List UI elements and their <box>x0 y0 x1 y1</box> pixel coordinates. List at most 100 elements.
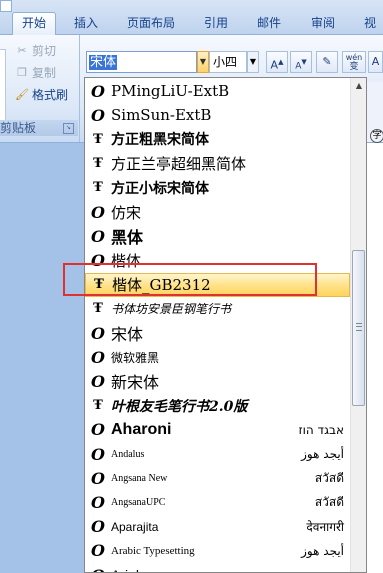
font-list-item[interactable]: O Aparajita देवनागरी <box>85 515 350 539</box>
opentype-icon: O <box>91 492 105 512</box>
font-list-item[interactable]: O SimSun-ExtB <box>85 103 350 127</box>
font-name-value: 宋体 <box>89 55 118 70</box>
eraser-icon: ✎ <box>322 55 332 68</box>
opentype-icon: O <box>91 347 105 367</box>
dropdown-scrollbar[interactable]: ▲ <box>350 78 366 572</box>
font-list-item[interactable]: O 新宋体 <box>85 369 350 393</box>
font-list-item-name: Andalus <box>111 448 145 460</box>
font-list-item-name: 楷体 <box>111 251 142 270</box>
font-list-item[interactable]: O PMingLiU-ExtB <box>85 79 350 103</box>
phonetic-guide-icon: wén <box>345 53 363 62</box>
tab-insert[interactable]: 插入 <box>66 13 106 34</box>
font-list-item[interactable]: O Angsana New สวัสดี <box>85 466 350 490</box>
font-name-combobox[interactable]: 宋体 <box>86 51 197 73</box>
font-name-dropdown-arrow[interactable]: ▼ <box>197 51 209 73</box>
opentype-icon: O <box>91 226 105 246</box>
font-list-item-name: 楷体_GB2312 <box>112 276 211 295</box>
font-list-item[interactable]: Ŧ 方正粗黑宋简体 <box>85 127 350 151</box>
copy-button[interactable]: ❐ 复制 <box>15 63 56 83</box>
truetype-icon: Ŧ <box>94 277 104 293</box>
dialog-launcher-icon[interactable]: ↘ <box>63 123 74 134</box>
font-list-item[interactable]: O AngsanaUPC สวัสดี <box>85 490 350 514</box>
tab-review[interactable]: 审阅 <box>302 13 344 34</box>
opentype-icon: O <box>91 202 105 222</box>
cut-button[interactable]: ✂ 剪切 <box>15 41 56 61</box>
document-page[interactable] <box>366 143 383 573</box>
paragraph-icon[interactable]: 字 <box>370 129 383 143</box>
tab-page-layout[interactable]: 页面布局 <box>118 13 184 34</box>
format-painter-icon: 🖌 <box>15 88 29 101</box>
font-list-item[interactable]: O 仿宋 <box>85 200 350 224</box>
font-list-item[interactable]: O Andalus أيجد هوز <box>85 442 350 466</box>
opentype-icon: O <box>91 105 105 125</box>
font-list-item-name: 方正小标宋简体 <box>111 180 209 197</box>
font-list-item[interactable]: O Arabic Typesetting أيجد هوز <box>85 539 350 563</box>
font-list-item[interactable]: Ŧ 方正兰亭超细黑简体 <box>85 152 350 176</box>
font-list-item[interactable]: O Aharoni אבגד הוז <box>85 418 350 442</box>
font-list-item[interactable]: O 楷体 <box>85 248 350 272</box>
font-list-item[interactable]: O 微软雅黑 <box>85 345 350 369</box>
scroll-grip-icon <box>356 323 362 331</box>
font-list-item[interactable]: Ŧ 叶根友毛笔行书2.0版 <box>85 394 350 418</box>
truetype-icon: Ŧ <box>93 180 103 196</box>
font-list-item-name: 新宋体 <box>111 373 160 393</box>
character-border-icon: A <box>371 55 380 68</box>
copy-label: 复制 <box>32 66 57 80</box>
font-list-item-sample: أيجد هوز <box>301 447 344 461</box>
font-list-item-sample: देवनागरी <box>306 520 344 535</box>
opentype-icon: O <box>91 517 105 537</box>
font-size-dropdown-arrow[interactable]: ▼ <box>247 51 259 73</box>
truetype-icon: Ŧ <box>93 156 103 172</box>
tab-references[interactable]: 引用 <box>196 13 236 34</box>
format-painter-button[interactable]: 🖌 格式刷 <box>15 85 68 105</box>
grow-font-button[interactable]: A▲ <box>266 51 288 73</box>
opentype-icon: O <box>91 371 105 391</box>
font-list-item-name: 书体坊安景臣钢笔行书 <box>111 302 232 317</box>
font-size-combobox[interactable]: 小四 <box>209 51 247 73</box>
tab-mailings[interactable]: 邮件 <box>248 13 290 34</box>
truetype-icon: Ŧ <box>93 398 103 414</box>
shrink-font-button[interactable]: A▼ <box>290 51 312 73</box>
font-list-item-name: Aharoni <box>111 420 172 438</box>
font-list-item-name: 方正兰亭超细黑简体 <box>111 155 247 174</box>
font-list-item-name: 仿宋 <box>111 203 142 222</box>
character-border-button[interactable]: A <box>368 51 383 73</box>
paste-button[interactable] <box>0 49 6 131</box>
opentype-icon: O <box>91 81 105 101</box>
ribbon-tab-bar: 开始 插入 页面布局 引用 邮件 审阅 视 <box>0 0 383 36</box>
font-list-item-name: 叶根友毛笔行书2.0版 <box>111 398 248 415</box>
tab-home[interactable]: 开始 <box>12 12 56 36</box>
phonetic-guide-button[interactable]: wén 变 <box>342 51 366 73</box>
font-list-item-name: Aparajita <box>111 519 159 534</box>
font-list-item-sample: אבגד הוז <box>298 422 344 437</box>
font-list-item[interactable]: Ŧ 方正小标宋简体 <box>85 176 350 200</box>
opentype-icon: O <box>91 541 105 561</box>
cut-label: 剪切 <box>32 44 57 58</box>
opentype-icon: O <box>91 420 105 440</box>
font-list-item-name: 黑体 <box>111 228 144 248</box>
format-painter-label: 格式刷 <box>32 88 69 102</box>
truetype-icon: Ŧ <box>93 301 103 317</box>
office-button-corner[interactable] <box>0 0 12 12</box>
font-list-item-name: Arabic Typesetting <box>111 544 195 557</box>
scroll-thumb[interactable] <box>352 250 365 406</box>
font-dropdown-list[interactable]: O PMingLiU-ExtB O SimSun-ExtB Ŧ 方正粗黑宋简体 Ŧ 方正兰亭超… <box>84 77 367 573</box>
font-list-item[interactable]: Ŧ 楷体_GB2312 <box>85 272 350 297</box>
font-list-item-name: Arial <box>111 567 350 572</box>
clear-formatting-button[interactable]: ✎ <box>316 51 338 73</box>
font-list-item-name: 方正粗黑宋简体 <box>111 132 209 149</box>
opentype-icon: O <box>89 566 107 573</box>
font-list-item[interactable]: O Arial <box>85 563 350 573</box>
font-list-item[interactable]: Ŧ 书体坊安景臣钢笔行书 <box>85 297 350 321</box>
group-divider <box>79 35 80 142</box>
font-list-item-name: PMingLiU-ExtB <box>111 82 230 100</box>
tab-view[interactable]: 视 <box>356 13 383 34</box>
scroll-up-arrow-icon[interactable]: ▲ <box>351 78 366 94</box>
font-list-item-name: AngsanaUPC <box>111 496 166 508</box>
opentype-icon: O <box>91 250 105 270</box>
font-list-item[interactable]: O 黑体 <box>85 224 350 248</box>
font-list-item-sample: أيجد هوز <box>301 543 344 558</box>
font-list-item[interactable]: O 宋体 <box>85 321 350 345</box>
copy-icon: ❐ <box>17 66 27 79</box>
grow-font-icon: A <box>270 58 279 72</box>
